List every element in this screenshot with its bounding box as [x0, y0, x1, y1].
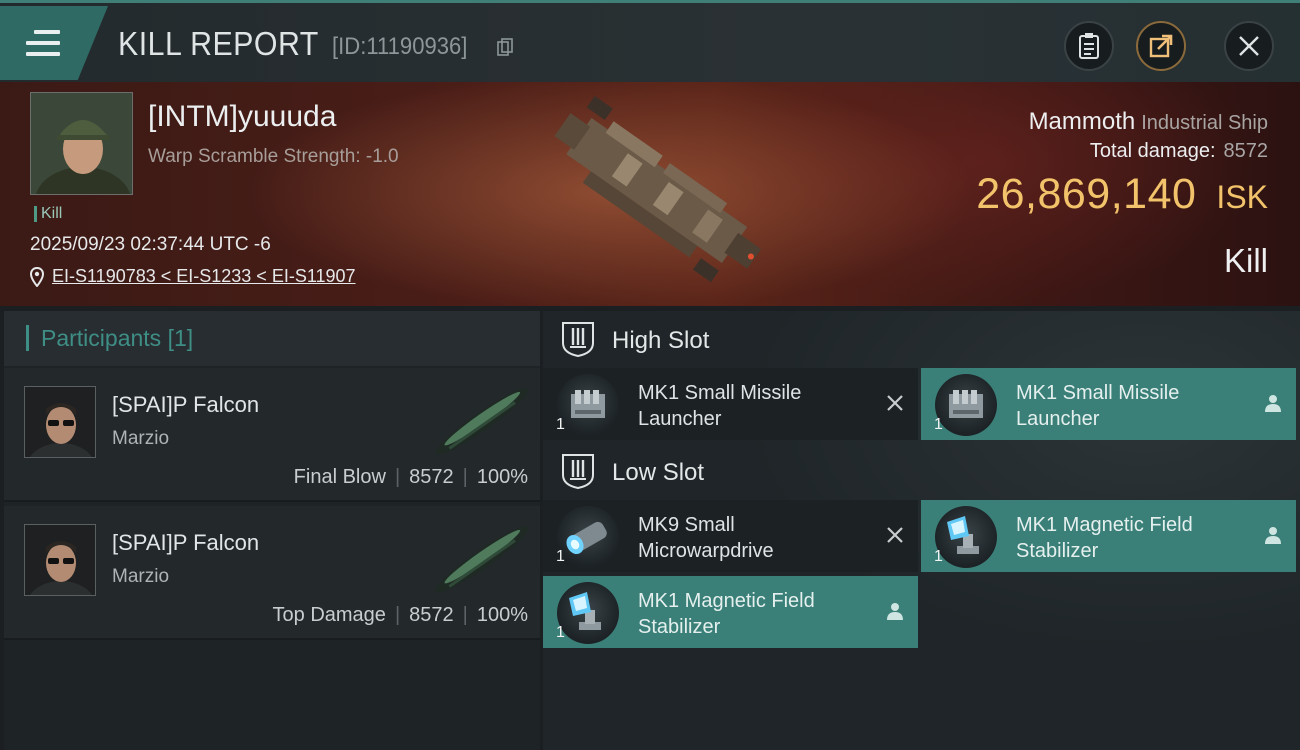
kill-location[interactable]: EI-S1190783 < EI-S1233 < EI-S11907 [30, 266, 356, 287]
module-item[interactable]: 1 MK1 Small Missile Launcher [921, 368, 1296, 440]
module-quantity: 1 [934, 548, 943, 565]
person-icon [1265, 527, 1281, 544]
page-title: KILL REPORT [118, 25, 319, 62]
high-slot-label: High Slot [612, 327, 710, 354]
victim-portrait[interactable] [30, 92, 133, 195]
total-damage-value: 8572 [1223, 140, 1269, 162]
close-button[interactable] [1224, 21, 1274, 71]
victim-ship-class: Industrial Ship [1141, 112, 1268, 134]
module-item[interactable]: 1 MK1 Magnetic Field Stabilizer [543, 576, 918, 648]
module-item[interactable]: 1 MK1 Magnetic Field Stabilizer [921, 500, 1296, 572]
report-result: Kill [1223, 242, 1268, 279]
participant-percent: 100% [476, 604, 528, 626]
destroyed-icon [887, 527, 903, 543]
victim-ship-image [554, 95, 762, 283]
total-damage-label: Total damage: [1089, 140, 1216, 162]
low-slot-icon [562, 454, 594, 489]
isk-value-line: 26,869,140 ISK [976, 170, 1268, 219]
total-damage: Total damage: 8572 [1090, 140, 1268, 163]
isk-unit: ISK [1216, 179, 1268, 215]
module-name: MK1 Small Missile Launcher [638, 382, 802, 430]
participant-avatar[interactable] [24, 386, 96, 458]
clipboard-icon [1079, 33, 1099, 59]
participant-name[interactable]: [SPAI]P Falcon [112, 530, 259, 556]
kill-tag: Kill [34, 206, 62, 222]
participants-panel: Participants [1] [SPAI]P Falcon Marzio F [4, 311, 540, 750]
module-quantity: 1 [556, 624, 565, 641]
participant-stats: Top Damage | 8572 | 100% [272, 604, 528, 626]
magnetic-field-stabilizer-icon [935, 506, 997, 568]
missile-launcher-icon [935, 374, 997, 436]
close-icon [1239, 36, 1259, 56]
high-slot-header: High Slot [543, 311, 1300, 369]
fitting-panel: High Slot 1 MK1 Small Missile Launcher 1… [543, 311, 1300, 750]
module-name: MK9 Small Microwarpdrive [638, 514, 774, 562]
menu-icon [26, 30, 60, 63]
participants-count: [1] [167, 325, 194, 351]
isk-value: 26,869,140 [976, 170, 1197, 218]
victim-ship-name[interactable]: Mammoth [1029, 108, 1136, 135]
person-icon [887, 603, 903, 620]
clipboard-button[interactable] [1064, 21, 1114, 71]
person-icon [1265, 395, 1281, 412]
participant-percent: 100% [476, 466, 528, 488]
participant-damage: 8572 [409, 466, 454, 488]
high-slot-icon [562, 322, 594, 357]
menu-button[interactable] [0, 6, 108, 80]
location-link[interactable]: EI-S1190783 < EI-S1233 < EI-S11907 [52, 266, 356, 287]
participants-header[interactable]: Participants [1] [4, 311, 540, 366]
copy-icon[interactable] [497, 38, 513, 57]
module-name: MK1 Magnetic Field Stabilizer [1016, 514, 1193, 562]
participant-avatar[interactable] [24, 524, 96, 596]
participant-role: Final Blow [293, 466, 386, 488]
module-name: MK1 Magnetic Field Stabilizer [638, 590, 815, 638]
header-bar: KILL REPORT [ID:11190936] [0, 0, 1300, 82]
destroyed-icon [887, 395, 903, 411]
participants-label: Participants [1] [26, 325, 193, 351]
participant-role: Top Damage [272, 604, 386, 626]
participant-ship-image [435, 388, 528, 455]
participant-stats: Final Blow | 8572 | 100% [293, 466, 528, 488]
participant-ship: Marzio [112, 428, 170, 449]
module-item[interactable]: 1 MK9 Small Microwarpdrive [543, 500, 918, 572]
module-name: MK1 Small Missile Launcher [1016, 382, 1180, 430]
participant-ship-image [435, 526, 528, 593]
magnetic-field-stabilizer-icon [557, 582, 619, 644]
module-item[interactable]: 1 MK1 Small Missile Launcher [543, 368, 918, 440]
participant-name[interactable]: [SPAI]P Falcon [112, 392, 259, 418]
participant-row[interactable]: [SPAI]P Falcon Marzio Final Blow | 8572 … [4, 368, 540, 502]
participant-damage: 8572 [409, 604, 454, 626]
kill-timestamp: 2025/09/23 02:37:44 UTC -6 [30, 234, 271, 255]
low-slot-header: Low Slot [543, 443, 1300, 501]
microwarpdrive-icon [557, 506, 619, 568]
participant-ship: Marzio [112, 566, 170, 587]
module-quantity: 1 [934, 416, 943, 433]
victim-ship-line: Mammoth Industrial Ship [1029, 108, 1268, 136]
missile-launcher-icon [557, 374, 619, 436]
participant-row[interactable]: [SPAI]P Falcon Marzio Top Damage | 8572 … [4, 506, 540, 640]
warp-scramble-strength: Warp Scramble Strength: -1.0 [148, 146, 399, 167]
victim-name[interactable]: [INTM]yuuuda [148, 100, 336, 134]
module-quantity: 1 [556, 416, 565, 433]
location-pin-icon [30, 266, 44, 287]
share-button[interactable] [1136, 21, 1186, 71]
low-slot-label: Low Slot [612, 459, 705, 486]
module-quantity: 1 [556, 548, 565, 565]
report-id: [ID:11190936] [332, 33, 468, 60]
victim-banner: [INTM]yuuuda Warp Scramble Strength: -1.… [0, 82, 1300, 306]
share-icon [1149, 34, 1173, 58]
